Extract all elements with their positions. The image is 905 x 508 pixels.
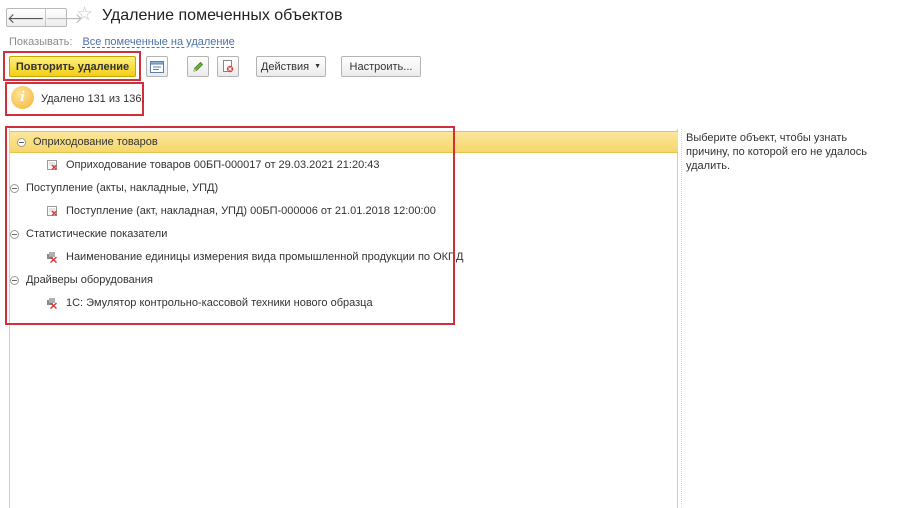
navigation-buttons: 🡐 🡒 [6,8,83,27]
actions-menu-button[interactable]: Действия ▼ [256,56,326,77]
reason-hint-text: Выберите объект, чтобы узнать причину, п… [686,132,867,172]
edit-button[interactable] [187,56,209,77]
show-label: Показывать: [9,36,73,48]
info-icon: i [11,86,34,109]
delete-mark-button[interactable] [217,56,239,77]
show-filter-link[interactable]: Все помеченные на удаление [82,36,234,48]
configure-label: Настроить... [349,60,413,73]
back-arrow-icon[interactable]: 🡐 [7,9,45,26]
favorite-star-icon[interactable]: ☆ [76,5,93,24]
pencil-icon [193,61,204,72]
delete-document-icon [223,60,234,73]
panel-separator [681,129,682,508]
page-title: Удаление помеченных объектов [102,7,343,24]
info-message-text: Удалено 131 из 136. [41,93,145,105]
output-list-button[interactable] [146,56,168,77]
output-list-icon [150,60,164,73]
actions-label: Действия [260,60,310,73]
configure-button[interactable]: Настроить... [341,56,421,77]
dropdown-arrow-icon: ▼ [314,63,322,70]
show-filter-row: Показывать: Все помеченные на удаление [9,36,235,48]
tree-highlight [5,126,455,325]
repeat-delete-button[interactable]: Повторить удаление [9,56,136,77]
repeat-delete-label: Повторить удаление [15,60,130,73]
